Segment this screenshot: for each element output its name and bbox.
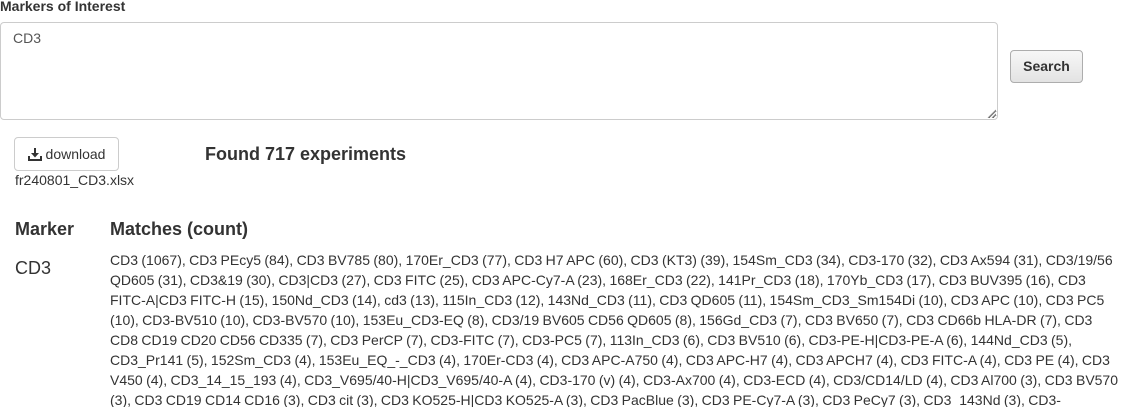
column-header-matches: Matches (count)	[110, 219, 249, 239]
markers-of-interest-label: Markers of Interest	[0, 0, 126, 14]
results-summary: Found 717 experiments	[205, 144, 407, 164]
download-button[interactable]: download	[14, 137, 119, 171]
page: Markers of Interest Search download fr24…	[0, 0, 1123, 407]
search-button[interactable]: Search	[1010, 50, 1083, 83]
column-header-marker: Marker	[15, 219, 75, 239]
download-icon	[27, 147, 42, 161]
table-row-matches: CD3 (1067), CD3 PEcy5 (84), CD3 BV785 (8…	[110, 252, 1119, 407]
file-name: fr240801_CD3.xlsx	[15, 172, 135, 188]
download-button-label: download	[45, 146, 106, 162]
table-row-marker: CD3	[15, 258, 52, 278]
resize-grip-icon[interactable]	[986, 108, 996, 118]
markers-textarea[interactable]	[0, 22, 998, 120]
